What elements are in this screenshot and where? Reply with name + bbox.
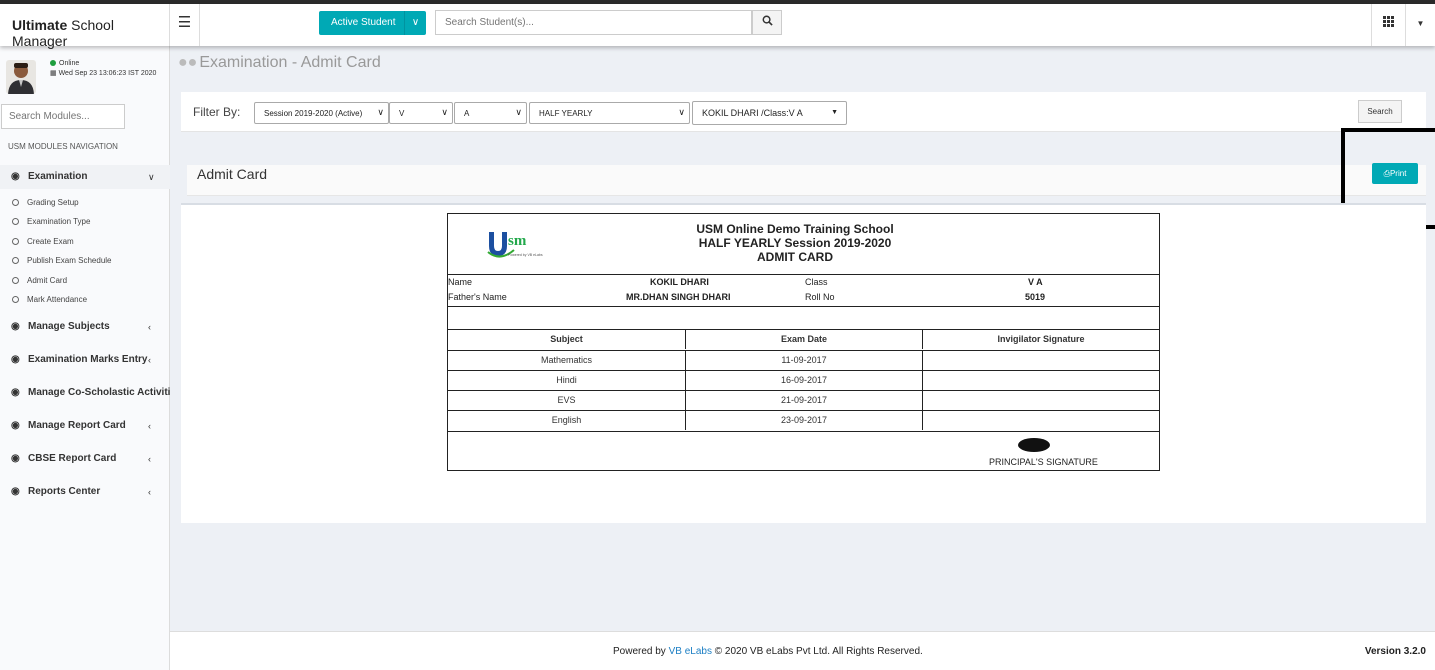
circle-icon <box>12 296 19 303</box>
chevron-down-icon: ∨ <box>441 107 448 117</box>
sidebar-sub-examination-type[interactable]: Examination Type <box>0 214 170 230</box>
menu-toggle-icon[interactable]: ☰ <box>170 4 200 46</box>
info-row-father: Father's Name MR.DHAN SINGH DHARI Roll N… <box>448 292 1046 302</box>
circle-icon <box>12 238 19 245</box>
filter-label: Filter By: <box>193 105 241 119</box>
student-select[interactable]: KOKIL DHARI /Class:V A ▼ <box>692 101 847 125</box>
sidebar-item-examination[interactable]: ◉ Examination ∨ <box>0 165 170 189</box>
apps-grid-icon[interactable] <box>1371 4 1405 46</box>
footer-copyright: Powered by VB eLabs © 2020 VB eLabs Pvt … <box>613 646 923 657</box>
user-avatar <box>6 60 36 94</box>
dashboard-icon: ◉ <box>11 420 20 431</box>
exam-select[interactable]: HALF YEARLY ∨ <box>529 102 690 124</box>
dashboard-icon: ◉ <box>11 486 20 497</box>
chevron-left-icon: ‹ <box>148 322 151 332</box>
school-name: USM Online Demo Training School <box>696 222 894 236</box>
chevron-down-icon[interactable]: ∨ <box>404 11 426 35</box>
table-row: EVS 21-09-2017 <box>448 390 1159 410</box>
footer: Powered by VB eLabs © 2020 VB eLabs Pvt … <box>170 631 1435 670</box>
circle-icon <box>12 199 19 206</box>
vb-elabs-link[interactable]: VB eLabs <box>669 646 712 657</box>
filter-search-button[interactable]: Search <box>1358 100 1402 123</box>
session-select[interactable]: Session 2019-2020 (Active) ∨ <box>254 102 389 124</box>
active-student-label: Active Student <box>331 17 396 28</box>
sidebar: Online ▦ Wed Sep 23 13:06:23 IST 2020 US… <box>0 46 170 670</box>
search-modules-input[interactable] <box>1 104 125 129</box>
dashboard-icon: ◉ <box>11 453 20 464</box>
filter-panel: Filter By: Session 2019-2020 (Active) ∨ V… <box>181 92 1426 132</box>
sidebar-item-manage-subjects[interactable]: ◉ Manage Subjects ‹ <box>0 315 170 339</box>
chevron-down-icon: ∨ <box>515 107 522 117</box>
search-icon[interactable] <box>752 10 782 35</box>
online-dot-icon <box>50 60 56 67</box>
info-row-name: Name KOKIL DHARI Class V A <box>448 277 1043 287</box>
circle-icon <box>12 277 19 284</box>
school-heading: USM Online Demo Training School HALF YEA… <box>448 222 1142 264</box>
user-status: Online ▦ Wed Sep 23 13:06:23 IST 2020 <box>50 60 157 77</box>
circle-icon <box>12 218 19 225</box>
dashboard-icon: ◉ <box>11 354 20 365</box>
chevron-left-icon: ‹ <box>148 421 151 431</box>
table-row: English 23-09-2017 <box>448 410 1159 430</box>
sidebar-sub-mark-attendance[interactable]: Mark Attendance <box>0 292 170 308</box>
dashboard-icon: ◉ <box>11 171 20 182</box>
sidebar-item-examination-marks-entry[interactable]: ◉ Examination Marks Entry ‹ <box>0 348 170 372</box>
active-student-dropdown[interactable]: Active Student ∨ <box>319 11 426 35</box>
circle-icon <box>12 257 19 264</box>
sidebar-sub-grading-setup[interactable]: Grading Setup <box>0 195 170 211</box>
nav-heading: USM MODULES NAVIGATION <box>8 142 118 151</box>
calendar-icon: ▦ <box>50 70 57 77</box>
sidebar-sub-create-exam[interactable]: Create Exam <box>0 234 170 250</box>
table-row: Mathematics 11-09-2017 <box>448 350 1159 370</box>
principal-signature-label: PRINCIPAL'S SIGNATURE <box>989 457 1098 467</box>
dashboard-icon: ◉ <box>11 321 20 332</box>
chevron-down-icon: ∨ <box>678 107 685 117</box>
admit-card-header: Admit Card <box>187 165 1426 196</box>
chevron-left-icon: ‹ <box>148 355 151 365</box>
dashboard-icon: ◉ <box>11 387 20 398</box>
caret-down-icon: ▼ <box>831 109 838 116</box>
search-student-input[interactable] <box>435 10 752 35</box>
exam-session: HALF YEARLY Session 2019-2020 <box>698 236 892 250</box>
chevron-down-icon: ∨ <box>148 172 155 182</box>
page-title: ●● Examination - Admit Card <box>178 54 381 71</box>
app-brand[interactable]: Ultimate School Manager <box>0 4 170 49</box>
table-header-row: Subject Exam Date Invigilator Signature <box>448 329 1159 349</box>
chevron-left-icon: ‹ <box>148 454 151 464</box>
principal-signature-area: PRINCIPAL'S SIGNATURE <box>448 431 1159 471</box>
top-navbar: Ultimate School Manager ☰ Active Student… <box>0 4 1435 49</box>
divider <box>448 306 1159 307</box>
chevron-left-icon: ‹ <box>148 487 151 497</box>
admit-card-heading: sm Powered by VB eLabs USM Online Demo T… <box>448 214 1159 275</box>
table-row: Hindi 16-09-2017 <box>448 370 1159 390</box>
sidebar-sub-publish-exam-schedule[interactable]: Publish Exam Schedule <box>0 253 170 269</box>
class-select[interactable]: V ∨ <box>389 102 453 124</box>
users-icon: ●● <box>178 54 198 71</box>
sidebar-item-cbse-report-card[interactable]: ◉ CBSE Report Card ‹ <box>0 447 170 471</box>
signature-image <box>1018 438 1050 452</box>
admit-card: sm Powered by VB eLabs USM Online Demo T… <box>447 213 1160 471</box>
sidebar-item-manage-co-scholastic-activities[interactable]: ◉ Manage Co-Scholastic Activities <box>0 381 170 405</box>
chevron-down-icon: ∨ <box>377 107 384 117</box>
card-title: ADMIT CARD <box>757 250 833 264</box>
sidebar-sub-admit-card[interactable]: Admit Card <box>0 273 170 289</box>
admit-card-title: Admit Card <box>197 166 268 182</box>
app-version: Version 3.2.0 <box>1364 646 1426 657</box>
user-menu-caret-icon[interactable]: ▼ <box>1405 4 1435 46</box>
sidebar-item-manage-report-card[interactable]: ◉ Manage Report Card ‹ <box>0 414 170 438</box>
sidebar-item-reports-center[interactable]: ◉ Reports Center ‹ <box>0 480 170 504</box>
section-select[interactable]: A ∨ <box>454 102 527 124</box>
